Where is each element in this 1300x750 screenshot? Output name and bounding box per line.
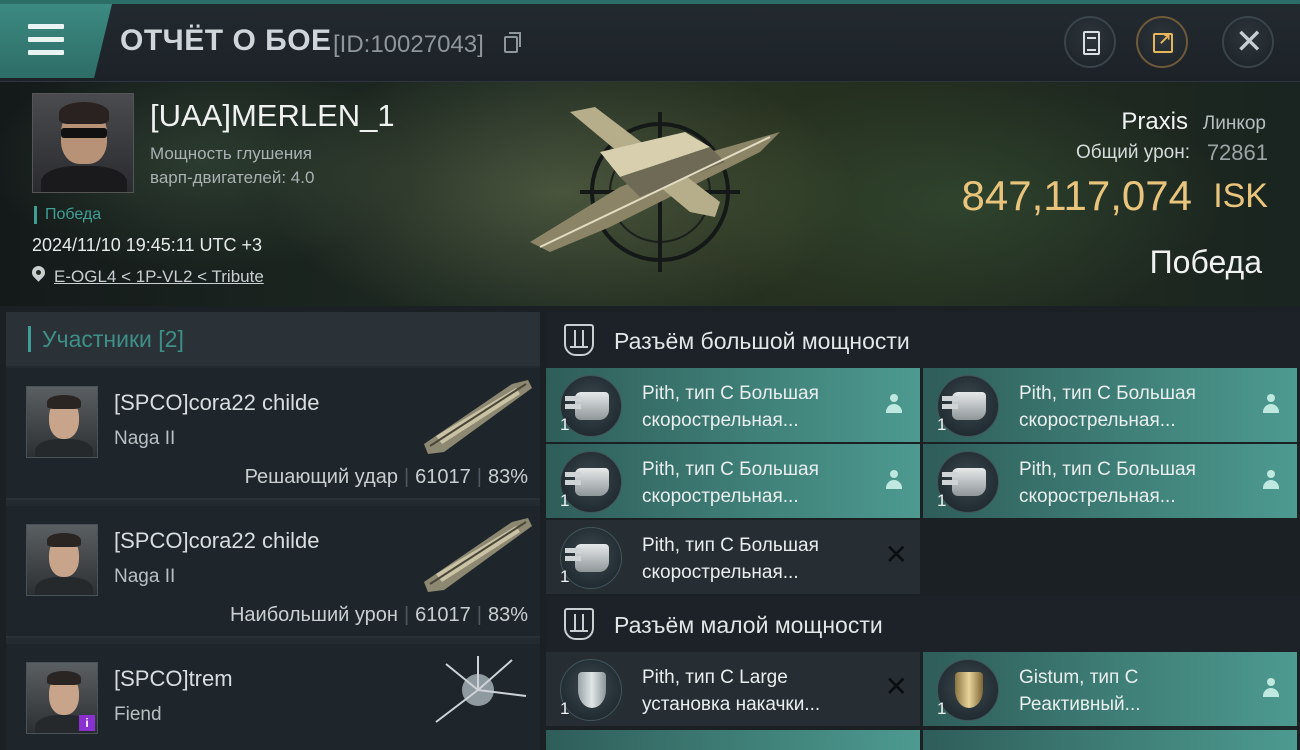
participants-title: Участники [2] — [42, 326, 184, 352]
battle-result: Победа — [1149, 244, 1262, 280]
outcome-tag: Победа — [34, 206, 101, 224]
module-name: Pith, тип C Большая скорострельная... — [1019, 383, 1196, 431]
participant-name: [SPCO]cora22 childe — [114, 528, 320, 553]
module-item[interactable]: 1 Pith, тип C Большая скорострельная... — [546, 368, 920, 442]
participants-header: Участники [2] — [6, 312, 540, 366]
avatar[interactable]: i — [26, 662, 98, 734]
module-name: Pith, тип C Большая скорострельная... — [1019, 459, 1196, 507]
mid-slot-icon — [564, 608, 594, 640]
victim-ship-class: Линкор — [1202, 113, 1266, 134]
info-badge-icon: i — [79, 715, 95, 731]
dropped-person-icon — [1263, 394, 1279, 414]
high-slot-icon — [564, 324, 594, 356]
victim-stat-line-2: варп-двигателей: 4.0 — [150, 168, 315, 187]
location-link[interactable]: E-OGL4 < 1P-VL2 < Tribute — [54, 267, 264, 287]
report-id: [ID:10027043] — [333, 31, 484, 58]
participants-panel: Участники [2] [SPCO]cora22 childe Naga I… — [6, 312, 540, 750]
page-title: ОТЧЁТ О БОЕ — [120, 24, 332, 57]
module-item[interactable]: 1 Pith, тип C Большая скорострельная... — [923, 444, 1297, 518]
participant-percent: 83% — [487, 466, 528, 488]
combat-log-button[interactable] — [1064, 16, 1116, 68]
participant-name: [SPCO]trem — [114, 666, 233, 691]
participant-damage: 61017 — [415, 604, 471, 626]
mid-slot-header: Разъём малой мощности — [546, 596, 1300, 652]
participant-stats: Решающий удар | 61017 | 83% — [244, 466, 528, 488]
module-count: 1 — [560, 699, 570, 718]
participant-role: Наибольший урон — [229, 604, 398, 626]
location-pin-icon — [29, 263, 48, 282]
share-button[interactable] — [1136, 16, 1188, 68]
participant-damage: 61017 — [415, 466, 471, 488]
destroyed-x-icon: ✕ — [884, 539, 908, 570]
close-button[interactable]: ✕ — [1222, 16, 1274, 68]
participant-stats: Наибольший урон | 61017 | 83% — [229, 604, 528, 626]
victim-ship-image — [530, 107, 780, 272]
module-item[interactable]: 1 Gistum, тип C Реактивный... — [923, 652, 1297, 726]
dropped-person-icon — [886, 394, 902, 414]
participant-ship-image — [424, 380, 532, 454]
module-name: Gistum, тип C Реактивный... — [1019, 667, 1141, 715]
participant-row[interactable]: [SPCO]cora22 childe Naga II Решающий уда… — [6, 368, 540, 500]
victim-pilot-name[interactable]: [UAA]MERLEN_1 — [150, 98, 395, 134]
module-count: 1 — [560, 415, 570, 434]
dropped-person-icon — [886, 470, 902, 490]
participant-ship-image — [435, 656, 527, 723]
avatar[interactable] — [26, 386, 98, 458]
victim-banner: [UAA]MERLEN_1 Мощность глушения варп-дви… — [0, 82, 1300, 306]
module-count: 1 — [560, 567, 570, 586]
total-damage-label: Общий урон: — [1076, 142, 1190, 163]
module-count: 1 — [560, 491, 570, 510]
victim-stat-line-1: Мощность глушения — [150, 144, 312, 163]
total-damage-value: 72861 — [1206, 140, 1268, 165]
participant-row[interactable]: [SPCO]cora22 childe Naga II Наибольший у… — [6, 506, 540, 638]
high-slot-title: Разъём большой мощности — [614, 328, 910, 354]
victim-ship-name[interactable]: Praxis — [1121, 108, 1188, 136]
module-count: 1 — [937, 491, 947, 510]
share-icon — [1153, 30, 1173, 53]
isk-value: 847,117,074 — [961, 172, 1192, 219]
participant-ship: Naga II — [114, 428, 176, 449]
participant-role: Решающий удар — [244, 466, 398, 488]
menu-button[interactable] — [0, 4, 112, 78]
module-item[interactable]: 1 Pith, тип C Большая скорострельная... — [546, 444, 920, 518]
module-name: Pith, тип C Large установка накачки... — [642, 667, 821, 715]
dropped-person-icon — [1263, 470, 1279, 490]
module-item[interactable]: 1 Pith, тип C Large установка накачки...… — [546, 652, 920, 726]
module-item[interactable] — [546, 730, 920, 750]
copy-icon[interactable] — [504, 32, 521, 53]
mid-slot-title: Разъём малой мощности — [614, 612, 883, 638]
module-item[interactable]: 1 Pith, тип C Большая скорострельная... — [923, 368, 1297, 442]
participant-name: [SPCO]cora22 childe — [114, 390, 320, 415]
victim-portrait[interactable] — [32, 93, 134, 193]
participant-ship-image — [424, 518, 532, 592]
module-name: Pith, тип C Большая скорострельная... — [642, 459, 819, 507]
close-icon: ✕ — [1235, 23, 1264, 61]
dropped-person-icon — [1263, 678, 1279, 698]
participant-ship: Fiend — [114, 704, 162, 725]
participant-row[interactable]: i [SPCO]trem Fiend — [6, 644, 540, 750]
destroyed-x-icon: ✕ — [884, 671, 908, 702]
module-count: 1 — [937, 415, 947, 434]
document-icon — [1083, 31, 1100, 55]
menu-icon — [28, 24, 64, 29]
avatar[interactable] — [26, 524, 98, 596]
participant-percent: 83% — [487, 604, 528, 626]
top-bar: ОТЧЁТ О БОЕ [ID:10027043] ✕ — [0, 0, 1300, 82]
high-slot-header: Разъём большой мощности — [546, 312, 1300, 368]
module-name: Pith, тип C Большая скорострельная... — [642, 383, 819, 431]
module-name: Pith, тип C Большая скорострельная... — [642, 535, 819, 583]
module-item[interactable]: 1 Pith, тип C Большая скорострельная... … — [546, 520, 920, 594]
isk-unit: ISK — [1213, 177, 1268, 215]
participant-ship: Naga II — [114, 566, 176, 587]
module-item[interactable] — [923, 730, 1297, 750]
kill-timestamp: 2024/11/10 19:45:11 UTC +3 — [32, 235, 263, 255]
module-count: 1 — [937, 699, 947, 718]
